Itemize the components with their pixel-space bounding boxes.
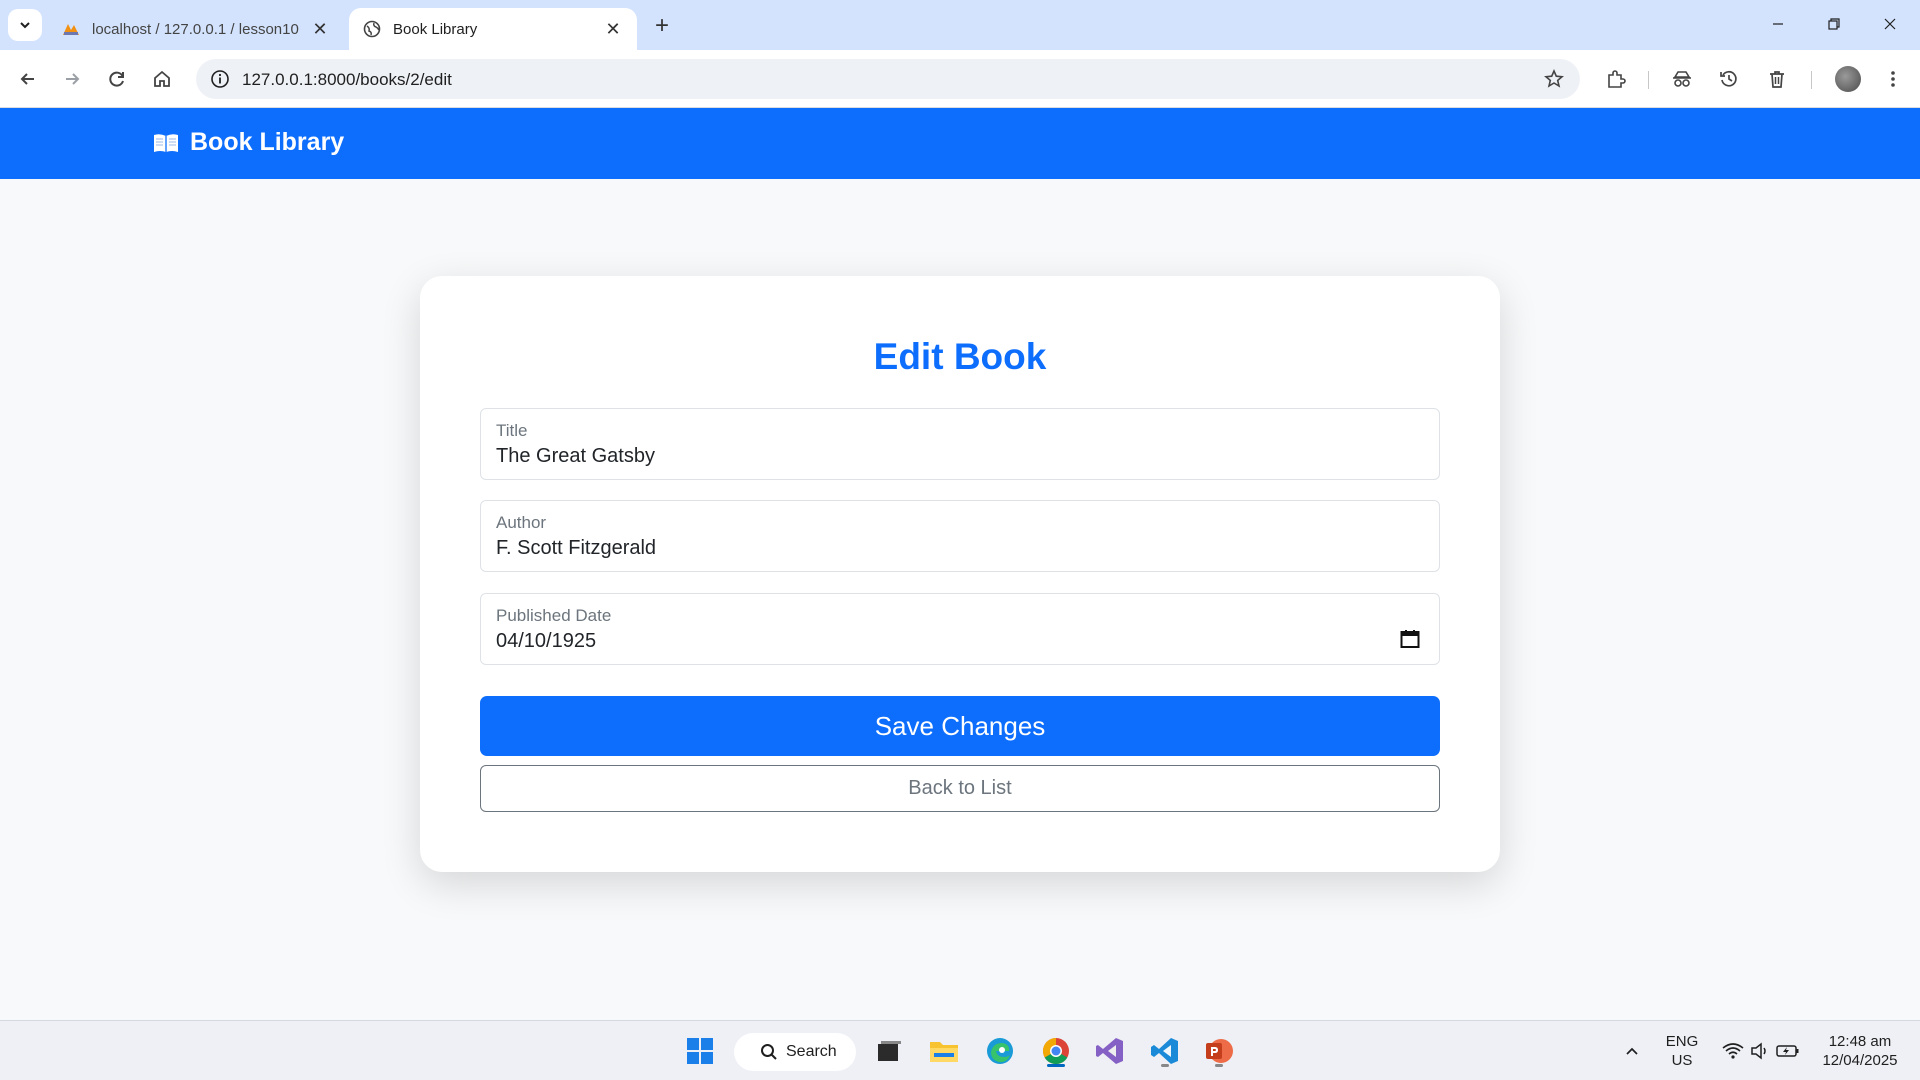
task-view-icon (878, 1041, 901, 1061)
title-field-value[interactable]: The Great Gatsby (496, 445, 655, 468)
arrow-right-icon (66, 73, 80, 85)
browser-toolbar: 127.0.0.1:8000/books/2/edit (0, 50, 1920, 108)
quick-settings-button[interactable] (1706, 1031, 1816, 1071)
published-date-label: Published Date (496, 606, 612, 625)
running-app-indicator (1161, 1064, 1169, 1067)
active-app-indicator (1047, 1064, 1065, 1067)
minimize-icon (1773, 23, 1783, 25)
clock-time: 12:48 am (1828, 1033, 1892, 1050)
author-field[interactable]: Author F. Scott Fitzgerald (480, 500, 1440, 572)
start-button[interactable] (680, 1031, 720, 1071)
visual-studio-icon (1096, 1038, 1123, 1064)
new-tab-button[interactable]: + (648, 12, 676, 40)
address-bar[interactable]: 127.0.0.1:8000/books/2/edit (196, 59, 1580, 99)
chevron-down-icon (20, 22, 30, 29)
brand-text: Book Library (190, 128, 345, 156)
browser-tab-strip: localhost / 127.0.0.1 / lesson10 ✕ Book … (0, 0, 1920, 50)
windows-taskbar: Search ENG US 12:48 am 12/04/2025 (0, 1020, 1920, 1080)
calendar-icon[interactable] (1399, 628, 1421, 650)
history-icon (1720, 70, 1737, 87)
incognito-button[interactable] (1666, 63, 1698, 95)
tab-title: localhost / 127.0.0.1 / lesson10 (92, 20, 299, 38)
restore-button[interactable] (1806, 0, 1862, 48)
show-hidden-icons-button[interactable] (1612, 1031, 1652, 1071)
language-text: ENG (1665, 1033, 1699, 1050)
page-title: Edit Book (873, 336, 1047, 377)
running-app-indicator (1215, 1064, 1223, 1067)
close-icon[interactable]: ✕ (310, 19, 330, 39)
clock[interactable]: 12:48 am 12/04/2025 (1810, 1032, 1910, 1070)
tab-book-library[interactable]: Book Library ✕ (349, 8, 637, 50)
history-button[interactable] (1713, 63, 1745, 95)
powerpoint-button[interactable] (1199, 1031, 1239, 1071)
trash-icon (1770, 71, 1784, 88)
edge-button[interactable] (980, 1031, 1020, 1071)
volume-icon (1751, 1042, 1766, 1060)
windows-icon (687, 1038, 713, 1064)
vscode-icon (1151, 1038, 1178, 1064)
chevron-up-icon (1626, 1047, 1638, 1055)
forward-button[interactable] (56, 63, 88, 95)
open-book-icon (154, 133, 178, 152)
vscode-button[interactable] (1145, 1031, 1185, 1071)
input-language-indicator[interactable]: ENG US (1664, 1032, 1700, 1070)
title-field[interactable]: Title The Great Gatsby (480, 408, 1440, 480)
folder-icon (930, 1042, 958, 1062)
tab-search-button[interactable] (8, 9, 42, 41)
phpmyadmin-icon (63, 24, 79, 35)
extensions-button[interactable] (1600, 63, 1632, 95)
home-icon (154, 70, 170, 87)
title-field-label: Title (496, 421, 528, 440)
reload-button[interactable] (101, 63, 133, 95)
tab-phpmyadmin[interactable]: localhost / 127.0.0.1 / lesson10 ✕ (48, 8, 344, 50)
taskbar-search[interactable]: Search (734, 1033, 856, 1071)
globe-icon (363, 20, 381, 38)
task-view-button[interactable] (868, 1031, 908, 1071)
profile-avatar[interactable] (1835, 66, 1861, 92)
puzzle-icon (1608, 70, 1626, 88)
wifi-icon (1722, 1043, 1744, 1059)
chrome-button[interactable] (1036, 1031, 1076, 1071)
minimize-button[interactable] (1750, 0, 1806, 48)
chrome-menu-button[interactable] (1877, 63, 1909, 95)
clock-date: 12/04/2025 (1822, 1052, 1898, 1069)
published-date-value[interactable]: 04/10/1925 (496, 630, 596, 653)
incognito-icon (1673, 71, 1691, 87)
taskbar-search-label: Search (786, 1043, 837, 1060)
close-icon (1884, 18, 1896, 30)
site-info-icon[interactable] (206, 65, 234, 93)
region-text: US (1671, 1052, 1693, 1069)
chrome-icon (1042, 1037, 1069, 1065)
published-date-field[interactable]: Published Date 04/10/1925 (480, 593, 1440, 665)
battery-icon (1776, 1045, 1799, 1057)
url-text[interactable]: 127.0.0.1:8000/books/2/edit (242, 70, 452, 90)
arrow-left-icon (20, 73, 34, 85)
close-window-button[interactable] (1862, 0, 1918, 48)
site-navbar: Book Library (0, 108, 1920, 179)
back-to-list-button[interactable]: Back to List (480, 765, 1440, 812)
save-changes-button[interactable]: Save Changes (480, 696, 1440, 756)
reload-icon (109, 71, 124, 87)
back-button[interactable] (12, 63, 44, 95)
author-field-label: Author (496, 513, 547, 532)
search-icon (761, 1044, 777, 1060)
close-icon[interactable]: ✕ (603, 19, 623, 39)
navbar-brand[interactable]: Book Library (153, 128, 344, 157)
more-vertical-icon (1891, 71, 1895, 87)
tab-title: Book Library (393, 20, 478, 38)
powerpoint-icon (1206, 1039, 1233, 1063)
edit-book-card: Edit Book Title The Great Gatsby Author … (420, 276, 1500, 872)
bookmark-star-icon[interactable] (1540, 65, 1568, 93)
file-explorer-button[interactable] (924, 1031, 964, 1071)
delete-button[interactable] (1761, 63, 1793, 95)
home-button[interactable] (146, 63, 178, 95)
author-field-value[interactable]: F. Scott Fitzgerald (496, 537, 656, 560)
edge-icon (987, 1038, 1013, 1064)
restore-icon (1828, 18, 1840, 30)
visual-studio-button[interactable] (1090, 1031, 1130, 1071)
